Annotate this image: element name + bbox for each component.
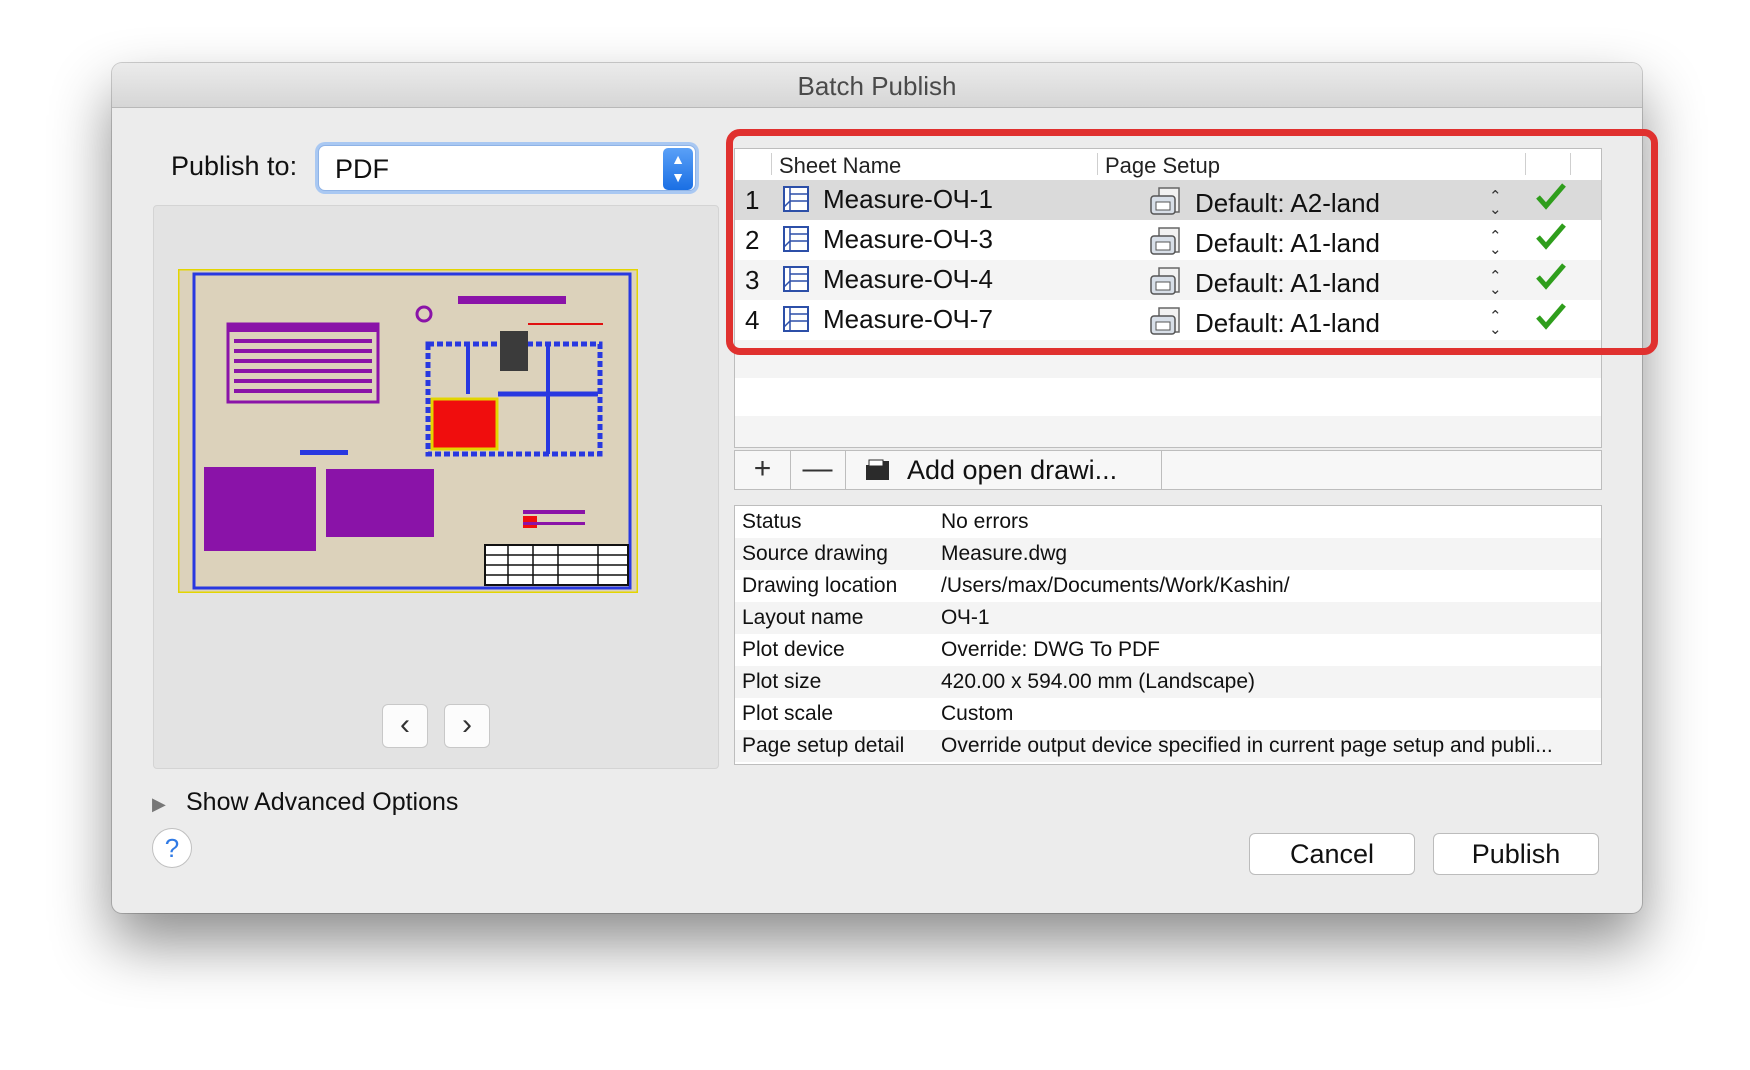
- add-open-drawings-button[interactable]: Add open drawi...: [845, 451, 1162, 489]
- publish-to-value: PDF: [335, 154, 389, 184]
- help-button[interactable]: ?: [152, 828, 192, 868]
- property-row: Page setup detail Override output device…: [735, 730, 1601, 762]
- empty-row: [735, 416, 1601, 447]
- show-advanced-options-toggle[interactable]: ▶ Show Advanced Options: [152, 788, 458, 817]
- property-key: Plot size: [742, 670, 822, 693]
- property-key: Source drawing: [742, 542, 888, 565]
- property-key: Drawing location: [742, 574, 898, 597]
- window-title: Batch Publish: [112, 63, 1642, 108]
- property-value: 420.00 x 594.00 mm (Landscape): [941, 670, 1256, 693]
- property-row: Layout name ОЧ-1: [735, 602, 1601, 634]
- preview-next-button[interactable]: ›: [444, 704, 490, 748]
- property-value: Custom: [941, 702, 1014, 725]
- publish-to-label: Publish to:: [171, 151, 298, 181]
- preview-panel: ‹ ›: [153, 205, 719, 769]
- publish-button[interactable]: Publish: [1433, 833, 1599, 875]
- property-value: /Users/max/Documents/Work/Kashin/: [941, 574, 1290, 597]
- property-row: Drawing location /Users/max/Documents/Wo…: [735, 570, 1601, 602]
- property-value: Override: DWG To PDF: [941, 638, 1160, 661]
- preview-prev-button[interactable]: ‹: [382, 704, 428, 748]
- property-value: Measure.dwg: [941, 542, 1068, 565]
- red-highlight-annotation: [726, 129, 1658, 355]
- drawing-preview-thumbnail: [178, 269, 638, 593]
- cancel-button[interactable]: Cancel: [1249, 833, 1415, 875]
- sheet-list-toolbar: + — Add open drawi...: [734, 450, 1602, 490]
- publish-to-select[interactable]: PDF ▲ ▼: [318, 145, 696, 191]
- property-row: Plot device Override: DWG To PDF: [735, 634, 1601, 666]
- show-advanced-options-label: Show Advanced Options: [186, 788, 459, 816]
- property-value: Override output device specified in curr…: [941, 734, 1553, 757]
- remove-sheet-button[interactable]: —: [790, 451, 846, 489]
- sheet-properties-table: Status No errors Source drawing Measure.…: [734, 505, 1602, 765]
- add-sheet-button[interactable]: +: [735, 451, 791, 489]
- property-row: Status No errors: [735, 506, 1601, 538]
- property-key: Plot scale: [742, 702, 834, 725]
- property-row: Source drawing Measure.dwg: [735, 538, 1601, 570]
- property-value: ОЧ-1: [941, 606, 990, 629]
- folder-icon: [866, 459, 889, 480]
- add-open-drawings-label: Add open drawi...: [907, 455, 1118, 485]
- property-key: Plot device: [742, 638, 845, 661]
- empty-row: [735, 378, 1601, 416]
- disclosure-triangle-icon: ▶: [152, 794, 166, 814]
- property-row: Plot size 420.00 x 594.00 mm (Landscape): [735, 666, 1601, 698]
- property-key: Status: [742, 510, 802, 533]
- property-key: Page setup detail: [742, 734, 905, 757]
- property-key: Layout name: [742, 606, 864, 629]
- select-arrows-icon: ▲ ▼: [663, 148, 693, 190]
- property-row: Plot scale Custom: [735, 698, 1601, 730]
- property-value: No errors: [941, 510, 1029, 533]
